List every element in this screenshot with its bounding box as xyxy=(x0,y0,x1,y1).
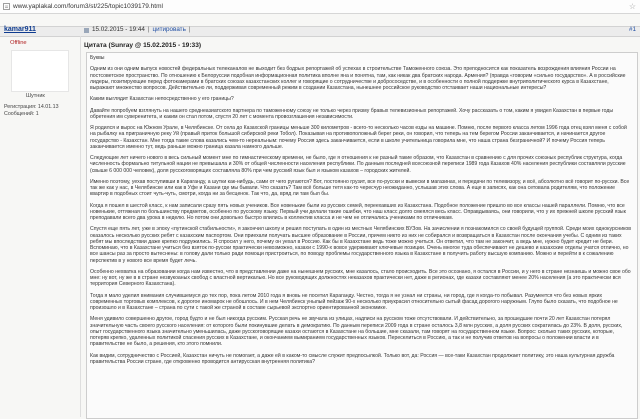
page-icon xyxy=(3,3,10,10)
post-author-link[interactable]: kamar911 xyxy=(4,25,36,35)
quote-block: Буквы Одним из они одним выпуск новостей… xyxy=(86,52,638,419)
user-rank: Шутник xyxy=(26,93,45,99)
quote-paragraph: Именно поэтому, уехав поступивши в Караг… xyxy=(90,178,630,198)
online-status: Offline xyxy=(10,40,27,46)
quote-paragraph: Тогда я мало уделил внимания случившемус… xyxy=(90,292,618,312)
quote-body: Буквы Одним из они одним выпуск новостей… xyxy=(90,55,632,365)
column-divider xyxy=(80,36,81,417)
post-meta: 15.02.2015 - 19:44 | цитировать | xyxy=(84,25,194,35)
post-number-link[interactable]: #1 xyxy=(629,25,636,35)
quote-header: Цитата (Sunray @ 15.02.2015 - 19:33) xyxy=(84,42,202,49)
meta-separator-2: | xyxy=(188,26,191,33)
user-registration: Регистрация: 14.01.13 xyxy=(4,104,59,110)
quote-paragraph: Как видим, сотрудничество с Россией, Каз… xyxy=(90,352,615,365)
quote-paragraph: Когда я пошел в шестой класс, к нам запи… xyxy=(90,202,626,222)
quote-reply-link[interactable]: цитировать xyxy=(153,25,186,35)
bookmark-star-icon[interactable]: ☆ xyxy=(629,2,636,11)
quote-paragraph: Каким выглядит Казахстан непосредственно… xyxy=(90,96,234,103)
quote-paragraph: Я родился и вырос на Южном Урале, в Челя… xyxy=(90,125,627,150)
quote-paragraph: Следующие лет ничего нового в весь сильн… xyxy=(90,155,626,174)
url-text: www.yaplakal.com/forum3/st/225/topic1039… xyxy=(13,3,163,10)
quote-paragraph: Особенно нехватка на образовании когда н… xyxy=(90,268,631,288)
quote-paragraph: Спустя еще пять лет, уже в эпоху «путинс… xyxy=(90,226,632,264)
avatar xyxy=(11,50,69,92)
quote-paragraph: Одним из они одним выпуск новостей федер… xyxy=(90,66,626,91)
meta-separator: | xyxy=(147,26,150,33)
user-messages: Сообщений: 1 xyxy=(4,111,39,117)
quote-paragraph: Давайте попробуем взглянуть на нашего ср… xyxy=(90,107,614,120)
quote-paragraph: Меня удивило совершенно другое, город бу… xyxy=(90,316,623,348)
post-date: 15.02.2015 - 19:44 xyxy=(92,26,145,33)
user-info: Регистрация: 14.01.13 Сообщений: 1 xyxy=(4,104,59,118)
post-icon xyxy=(84,27,89,33)
user-sidebar: Offline Шутник Регистрация: 14.01.13 Соо… xyxy=(0,36,80,417)
quote-paragraph: Буквы xyxy=(90,55,105,61)
address-bar[interactable]: www.yaplakal.com/forum3/st/225/topic1039… xyxy=(0,0,640,14)
